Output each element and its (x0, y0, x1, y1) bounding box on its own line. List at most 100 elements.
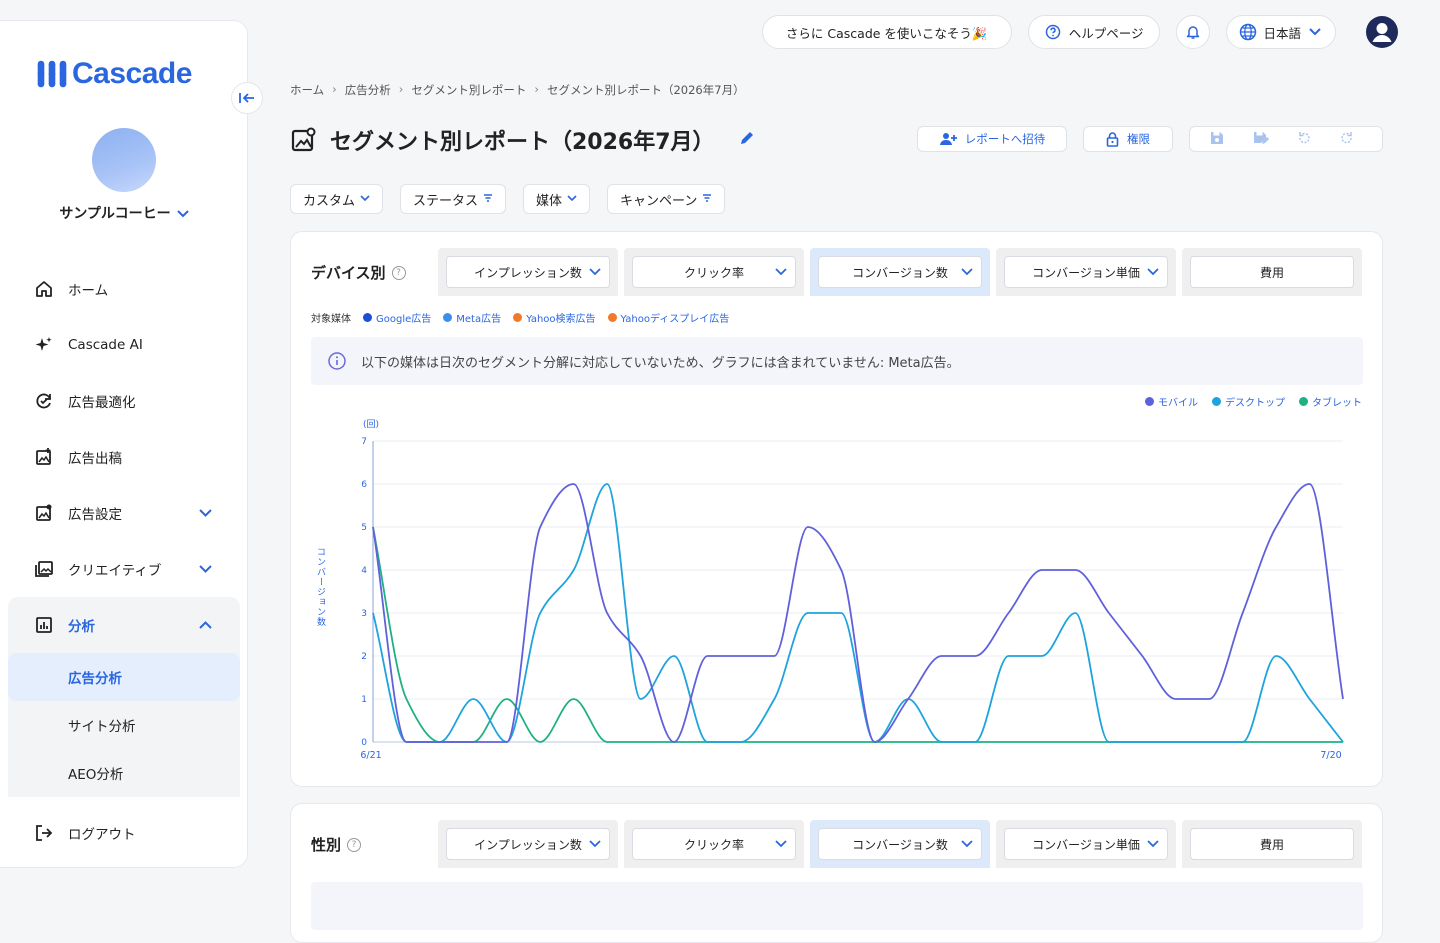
y-tick-label: 2 (361, 652, 367, 662)
account-name: サンプルコーヒー (59, 206, 171, 222)
sidebar-item-ad-settings[interactable]: 広告設定 (8, 485, 240, 541)
report-image-icon (291, 127, 316, 152)
filter-label: カスタム (303, 193, 356, 209)
info-icon (328, 352, 346, 374)
help-circle-icon[interactable]: ? (391, 265, 406, 280)
chevron-down-icon (199, 505, 212, 521)
metric-select[interactable]: クリック率 (632, 256, 796, 288)
breadcrumb-item[interactable]: ホーム (290, 82, 324, 98)
chevron-down-icon (589, 265, 601, 279)
filter-media[interactable]: 媒体 (523, 184, 591, 214)
metric-tab-cpa[interactable]: コンバージョン単価 (996, 820, 1176, 868)
metric-tab-cost[interactable]: 費用 (1182, 820, 1362, 868)
metric-tab-ctr[interactable]: クリック率 (624, 820, 804, 868)
filter-label: ステータス (413, 193, 479, 209)
sidebar-item-analytics[interactable]: 分析 (8, 597, 240, 653)
cascade-logo-icon (37, 60, 67, 88)
chevron-down-icon (199, 561, 212, 577)
media-label: 対象媒体 (311, 314, 351, 325)
metric-select[interactable]: 費用 (1190, 256, 1354, 288)
legend-item[interactable]: デスクトップ (1212, 394, 1285, 409)
legend-item[interactable]: モバイル (1145, 394, 1198, 409)
media-name: Yahooディスプレイ広告 (620, 314, 730, 325)
chevron-down-icon (961, 837, 973, 851)
sidebar-item-ad-optimization[interactable]: 広告最適化 (8, 373, 240, 429)
breadcrumb-item[interactable]: 広告分析 (345, 82, 391, 98)
help-circle-icon[interactable]: ? (347, 837, 362, 852)
notice-banner: 以下の媒体は日次のセグメント分解に対応していないため、グラフには含まれていません… (311, 337, 1363, 385)
undo-button[interactable] (1297, 131, 1319, 148)
chevron-right-icon: › (332, 82, 337, 96)
save-button[interactable] (1210, 131, 1232, 148)
metric-tab-impressions[interactable]: インプレッション数 (438, 820, 618, 868)
report-actions: レポートへ招待 権限 (917, 126, 1383, 152)
media-item: Yahooディスプレイ広告 (607, 310, 730, 325)
metric-select[interactable]: 費用 (1190, 828, 1354, 860)
notifications-button[interactable] (1176, 15, 1211, 49)
filter-status[interactable]: ステータス (400, 184, 507, 214)
bell-icon (1187, 26, 1200, 39)
sidebar-item-creative[interactable]: クリエイティブ (8, 541, 240, 597)
language-selector[interactable]: 日本語 (1226, 15, 1336, 49)
invite-button[interactable]: レポートへ招待 (917, 126, 1067, 152)
topbar: さらに Cascade を使いこなそう🎉 ヘルプページ 日本語 (761, 15, 1384, 49)
sidebar-subitem-ad-analytics[interactable]: 広告分析 (8, 653, 240, 701)
sidebar-item-logout[interactable]: ログアウト (8, 805, 240, 861)
metric-label: クリック率 (683, 265, 744, 280)
sidebar-collapse-button[interactable] (231, 82, 263, 114)
sidebar-item-label: クリエイティブ (68, 563, 162, 579)
edit-title-button[interactable] (739, 130, 755, 150)
metric-select[interactable]: インプレッション数 (446, 256, 610, 288)
user-avatar-button[interactable] (1366, 16, 1398, 48)
sidebar-item-cascade-ai[interactable]: Cascade AI (8, 317, 240, 373)
help-button[interactable]: ヘルプページ (1027, 15, 1161, 49)
permission-button[interactable]: 権限 (1083, 126, 1173, 152)
legend-dot (363, 313, 372, 322)
invite-label: レポートへ招待 (964, 132, 1046, 146)
filter-label: キャンペーン (620, 193, 698, 209)
sidebar-item-label: ホーム (68, 283, 109, 299)
metric-select[interactable]: コンバージョン数 (818, 256, 982, 288)
legend-dot (607, 313, 617, 322)
page-header: セグメント別レポート（2026年7月） (290, 124, 755, 156)
metric-select[interactable]: コンバージョン単価 (1004, 256, 1168, 288)
brand-logo[interactable]: Cascade (36, 57, 192, 91)
sidebar-subitem-aeo-analytics[interactable]: AEO分析 (8, 749, 240, 797)
metric-label: コンバージョン単価 (1032, 265, 1140, 280)
y-tick-label: 5 (361, 523, 367, 533)
redo-button[interactable] (1340, 131, 1362, 148)
sidebar-item-home[interactable]: ホーム (8, 261, 240, 317)
sidebar-subitem-site-analytics[interactable]: サイト分析 (8, 701, 240, 749)
sidebar-item-label: ログアウト (68, 827, 136, 843)
legend-item[interactable]: タブレット (1299, 394, 1362, 409)
metric-select[interactable]: コンバージョン単価 (1004, 828, 1168, 860)
y-axis-unit: (回) (363, 419, 379, 430)
media-name: Meta広告 (456, 314, 502, 325)
device-segment-card: デバイス別? インプレッション数 クリック率 コンバージョン数 コンバージョン単… (290, 231, 1383, 787)
metric-tab-ctr[interactable]: クリック率 (624, 248, 804, 296)
refresh-check-icon (34, 391, 54, 411)
metric-tab-cost[interactable]: 費用 (1182, 248, 1362, 296)
metric-select[interactable]: クリック率 (632, 828, 796, 860)
breadcrumb-item[interactable]: セグメント別レポート (411, 82, 526, 98)
metric-tab-cpa[interactable]: コンバージョン単価 (996, 248, 1176, 296)
sidebar-nav: ホーム Cascade AI 広告最適化 広告出稿 広告設定 クリエイティブ 分… (8, 261, 240, 861)
metric-tab-conversions[interactable]: コンバージョン数 (810, 248, 990, 296)
image-upload-icon (34, 447, 54, 467)
save-as-button[interactable] (1253, 131, 1277, 148)
media-item: Yahoo検索広告 (513, 310, 596, 325)
filter-custom[interactable]: カスタム (290, 184, 384, 214)
legend-dot (1212, 397, 1221, 406)
metric-tab-conversions[interactable]: コンバージョン数 (810, 820, 990, 868)
metric-select[interactable]: コンバージョン数 (818, 828, 982, 860)
filter-label: 媒体 (536, 193, 563, 209)
metric-tab-impressions[interactable]: インプレッション数 (438, 248, 618, 296)
filter-campaign[interactable]: キャンペーン (607, 184, 726, 214)
promo-button[interactable]: さらに Cascade を使いこなそう🎉 (761, 15, 1012, 49)
y-tick-label: 7 (361, 437, 367, 447)
metric-select[interactable]: インプレッション数 (446, 828, 610, 860)
sidebar-item-ad-publish[interactable]: 広告出稿 (8, 429, 240, 485)
legend-label: モバイル (1158, 398, 1198, 409)
metric-tabs: インプレッション数 クリック率 コンバージョン数 コンバージョン単価 費用 (438, 248, 1362, 296)
account-switcher[interactable]: サンプルコーヒー (0, 203, 248, 223)
